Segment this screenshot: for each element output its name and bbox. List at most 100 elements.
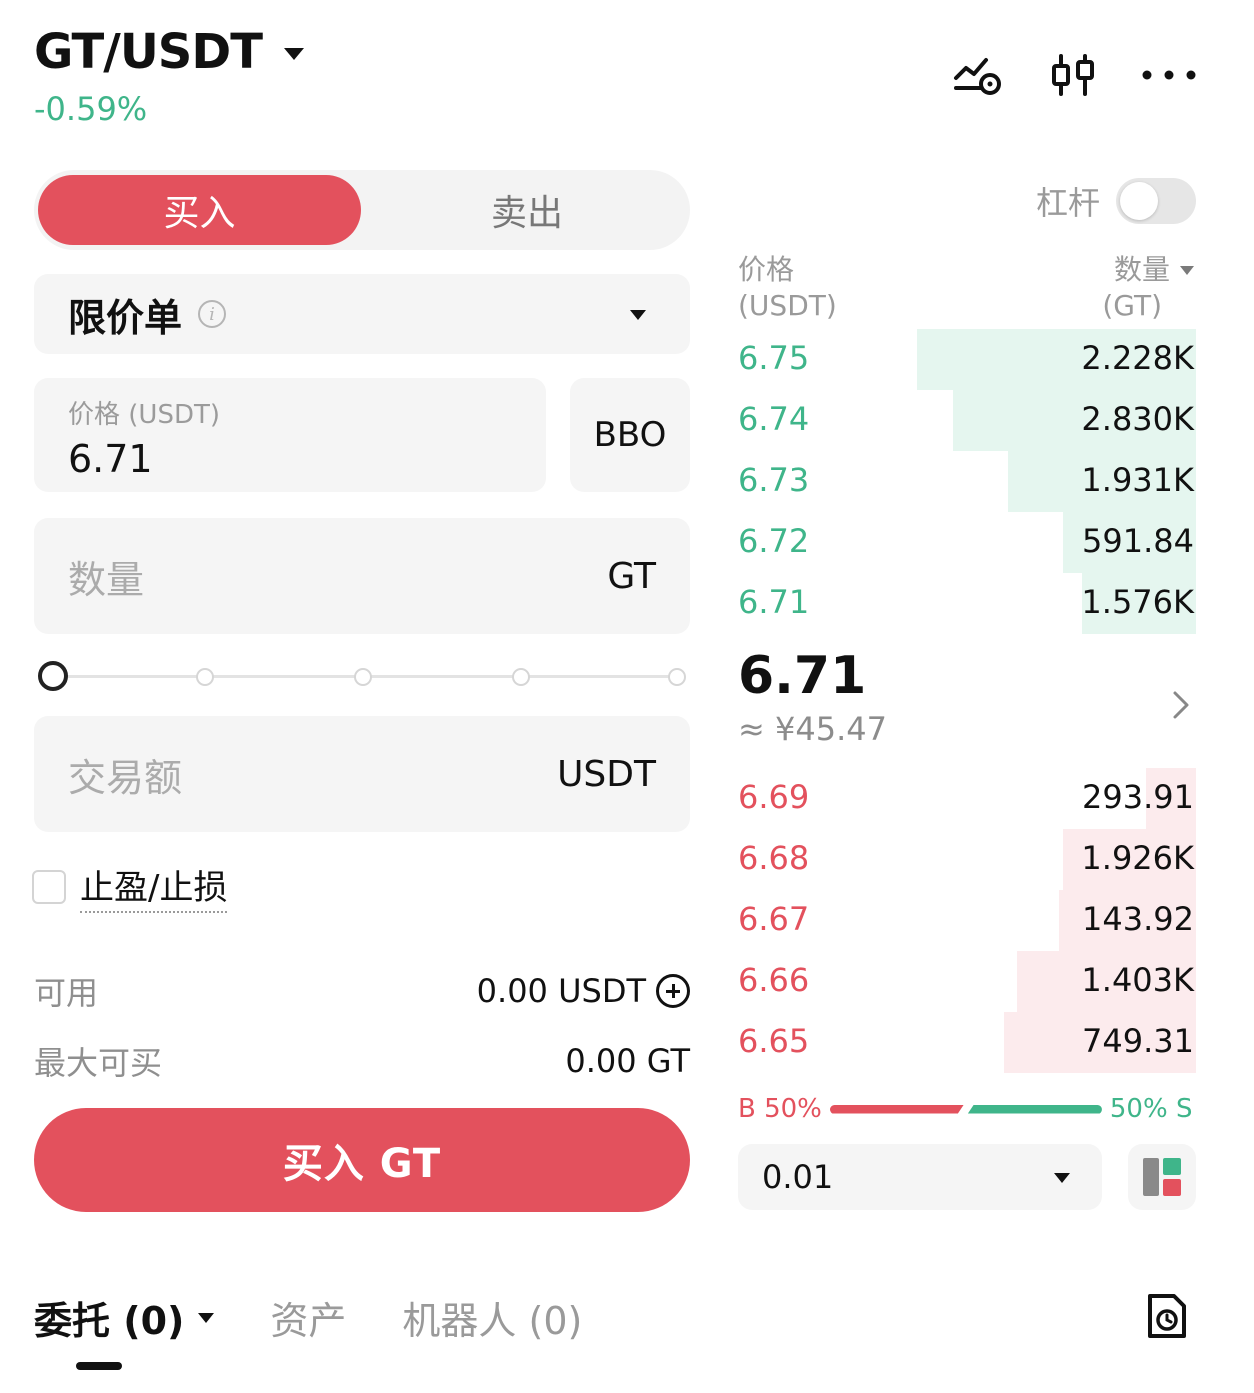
- orderbook-price-header: 价格 (USDT): [738, 252, 837, 324]
- pair-title: GT/USDT: [34, 24, 263, 80]
- amount-unit: USDT: [557, 753, 656, 795]
- active-tab-indicator: [76, 1362, 122, 1370]
- leverage-toggle[interactable]: [1116, 178, 1196, 224]
- price-header-unit: (USDT): [738, 289, 837, 322]
- side-tabs: 买入 卖出: [34, 170, 690, 250]
- price-label: 价格 (USDT): [68, 400, 220, 430]
- bid-qty: 749.31: [1082, 1022, 1194, 1060]
- order-type-label: 限价单: [68, 295, 183, 340]
- bid-qty: 143.92: [1082, 900, 1194, 938]
- bid-price: 6.69: [738, 778, 810, 816]
- sell-ratio-bar: [967, 1104, 1102, 1114]
- buy-ratio-bar: [830, 1105, 964, 1114]
- order-type-select[interactable]: 限价单 i: [34, 274, 690, 354]
- leverage-label: 杠杆: [1035, 184, 1100, 222]
- trading-pair-selector[interactable]: GT/USDT: [34, 24, 304, 80]
- bid-price: 6.67: [738, 900, 810, 938]
- slider-step-75[interactable]: [512, 668, 530, 686]
- ask-row[interactable]: 6.71 1.576K: [738, 573, 1196, 634]
- info-icon[interactable]: i: [198, 300, 227, 328]
- toggle-knob: [1120, 182, 1158, 220]
- quantity-unit: GT: [607, 555, 656, 597]
- bid-qty: 1.926K: [1081, 839, 1194, 877]
- ask-row[interactable]: 6.75 2.228K: [738, 329, 1196, 390]
- ask-price: 6.73: [738, 461, 810, 499]
- qty-header: 数量: [1113, 253, 1170, 286]
- last-price: 6.71: [738, 646, 867, 706]
- available-row: 可用 0.00 USDT: [34, 968, 690, 1014]
- candlestick-icon[interactable]: [1050, 52, 1096, 98]
- available-value: 0.00 USDT: [476, 972, 646, 1010]
- more-icon[interactable]: [1142, 69, 1196, 81]
- slider-thumb[interactable]: [38, 661, 68, 691]
- ask-qty: 1.931K: [1081, 461, 1194, 499]
- bid-price: 6.65: [738, 1022, 810, 1060]
- ask-qty: 591.84: [1082, 522, 1194, 560]
- ask-qty: 1.576K: [1081, 583, 1194, 621]
- caret-down-icon: [283, 48, 304, 60]
- tpsl-option[interactable]: 止盈/止损: [32, 860, 228, 913]
- caret-down-icon: [198, 1312, 215, 1323]
- ask-price: 6.74: [738, 400, 810, 438]
- sell-ratio-label: 50% S: [1109, 1094, 1193, 1124]
- order-history-icon[interactable]: [1146, 1292, 1188, 1344]
- tpsl-label[interactable]: 止盈/止损: [80, 860, 228, 913]
- max-buy-row: 最大可买 0.00 GT: [34, 1038, 690, 1084]
- bid-row[interactable]: 6.69 293.91: [738, 768, 1196, 829]
- orderbook-layout-button[interactable]: [1128, 1144, 1196, 1210]
- bbo-button[interactable]: BBO: [570, 378, 690, 492]
- quantity-input[interactable]: 数量 GT: [34, 518, 690, 634]
- bid-row[interactable]: 6.68 1.926K: [738, 829, 1196, 890]
- chevron-right-icon[interactable]: [1172, 690, 1190, 724]
- ask-price: 6.71: [738, 583, 810, 621]
- qty-header-unit: (GT): [1102, 289, 1162, 322]
- available-label: 可用: [34, 974, 99, 1012]
- chart-alert-icon[interactable]: [952, 52, 1004, 98]
- ask-row[interactable]: 6.74 2.830K: [738, 390, 1196, 451]
- orderbook-qty-header[interactable]: 数量 (GT): [1102, 252, 1194, 324]
- bid-row[interactable]: 6.65 749.31: [738, 1012, 1196, 1073]
- precision-select[interactable]: 0.01: [738, 1144, 1102, 1210]
- tab-bots[interactable]: 机器人 (0): [402, 1290, 582, 1345]
- ask-qty: 2.830K: [1081, 400, 1194, 438]
- buy-ratio-label: B 50%: [738, 1094, 822, 1124]
- amount-input[interactable]: 交易额 USDT: [34, 716, 690, 832]
- tab-buy[interactable]: 买入: [38, 175, 361, 245]
- quantity-slider[interactable]: [38, 660, 688, 694]
- price-value[interactable]: 6.71: [68, 437, 512, 481]
- precision-value: 0.01: [762, 1158, 834, 1196]
- add-funds-icon[interactable]: [656, 974, 690, 1008]
- bid-qty: 293.91: [1082, 778, 1194, 816]
- max-buy-label: 最大可买: [34, 1044, 163, 1082]
- leverage-toggle-row: 杠杆: [1036, 178, 1196, 224]
- tab-orders-label: 委托 (0): [34, 1299, 185, 1343]
- bid-row[interactable]: 6.67 143.92: [738, 890, 1196, 951]
- tab-assets[interactable]: 资产: [270, 1290, 346, 1345]
- buy-submit-button[interactable]: 买入 GT: [34, 1108, 690, 1212]
- slider-step-25[interactable]: [196, 668, 214, 686]
- tab-orders[interactable]: 委托 (0): [34, 1290, 215, 1345]
- bottom-tabs: 委托 (0) 资产 机器人 (0): [34, 1290, 582, 1345]
- buy-sell-ratio: B 50% 50% S: [738, 1092, 1196, 1126]
- bid-qty: 1.403K: [1081, 961, 1194, 999]
- tab-sell[interactable]: 卖出: [368, 175, 686, 245]
- ask-price: 6.72: [738, 522, 810, 560]
- price-change: -0.59%: [34, 90, 148, 128]
- amount-placeholder: 交易额: [68, 755, 183, 800]
- caret-down-icon: [1180, 265, 1194, 275]
- fiat-price: ≈ ¥45.47: [738, 710, 887, 748]
- ask-qty: 2.228K: [1081, 339, 1194, 377]
- ask-row[interactable]: 6.73 1.931K: [738, 451, 1196, 512]
- price-input[interactable]: 价格 (USDT) 6.71: [34, 378, 546, 492]
- caret-down-icon: [1054, 1173, 1070, 1183]
- bid-price: 6.68: [738, 839, 810, 877]
- layout-icon: [1143, 1158, 1181, 1196]
- ask-price: 6.75: [738, 339, 810, 377]
- ask-row[interactable]: 6.72 591.84: [738, 512, 1196, 573]
- bid-price: 6.66: [738, 961, 810, 999]
- slider-step-50[interactable]: [354, 668, 372, 686]
- bid-row[interactable]: 6.66 1.403K: [738, 951, 1196, 1012]
- tpsl-checkbox[interactable]: [32, 869, 66, 904]
- slider-step-100[interactable]: [668, 668, 686, 686]
- quantity-placeholder: 数量: [68, 557, 145, 602]
